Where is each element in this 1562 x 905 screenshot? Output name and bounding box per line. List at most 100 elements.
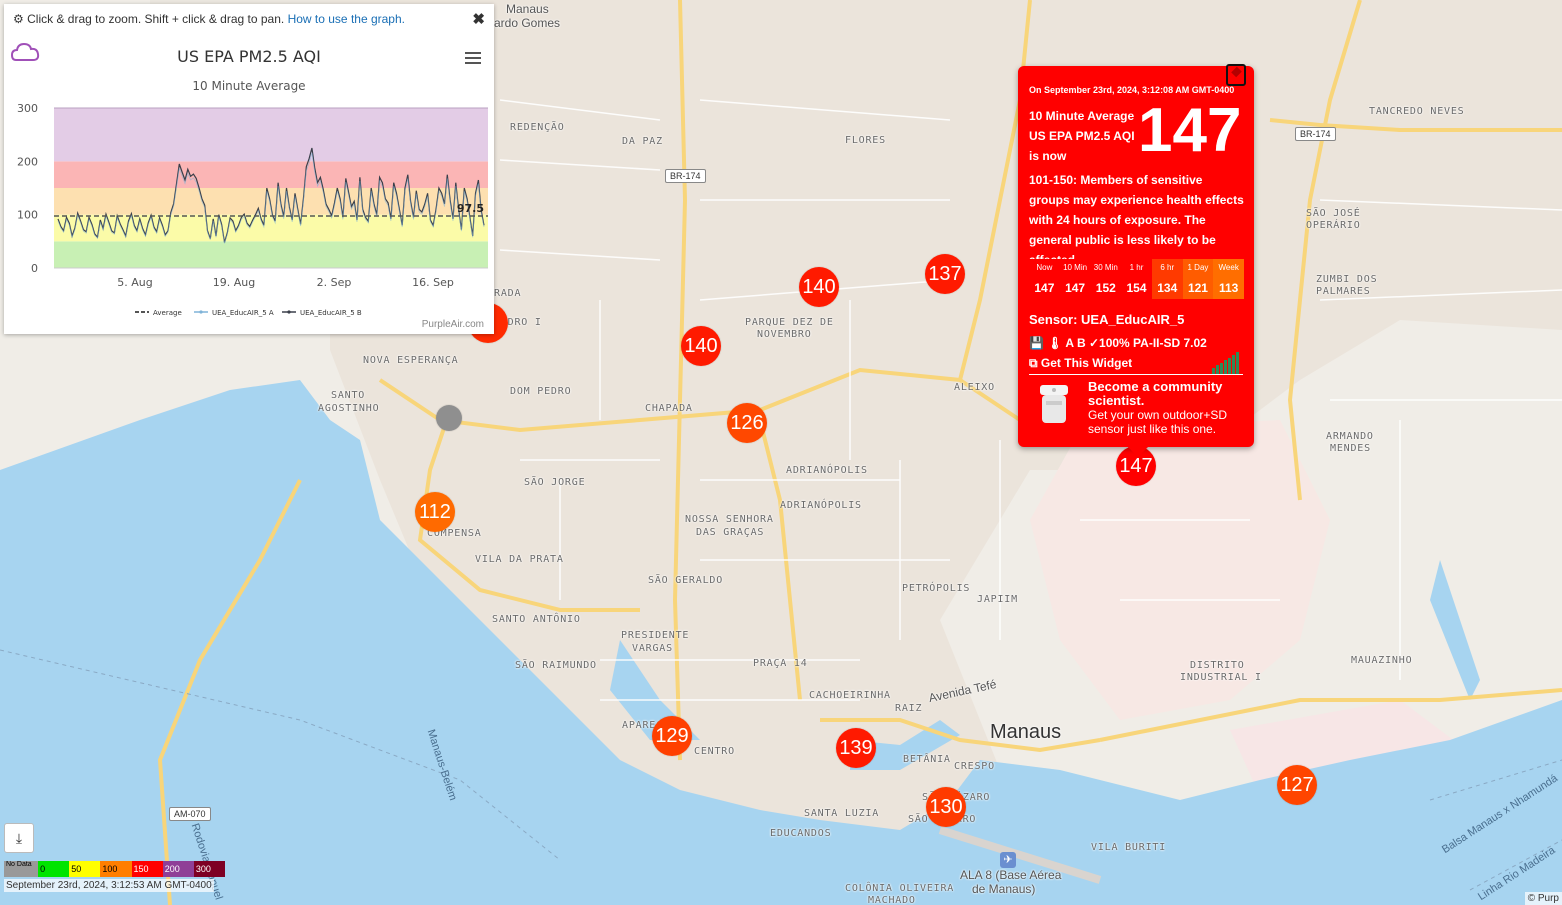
- history-label: 1 hr: [1129, 263, 1144, 272]
- sensor-marker[interactable]: 129: [652, 716, 692, 756]
- promo[interactable]: Become a community scientist. Get your o…: [1088, 380, 1248, 437]
- marker-value: 112: [419, 500, 451, 523]
- menu-icon[interactable]: [465, 52, 481, 64]
- place-label: BETÂNIA: [903, 754, 951, 765]
- place-label: PRESIDENTE: [621, 630, 690, 641]
- legend-item: 200: [162, 861, 194, 877]
- average-line-2: US EPA PM2.5 AQI: [1029, 129, 1135, 143]
- sensor-info-text: A B ✓100% PA-II-SD 7.02: [1065, 336, 1207, 350]
- sensor-marker[interactable]: 127: [1277, 765, 1317, 805]
- aqi-chart[interactable]: US EPA PM2.5 AQI 10 Minute Average 300 20…: [4, 32, 494, 332]
- history-value: 152: [1095, 281, 1116, 295]
- sensor-marker[interactable]: 139: [836, 728, 876, 768]
- sensor-info: 💾 🌡 A B ✓100% PA-II-SD 7.02: [1029, 336, 1207, 350]
- place-label: NOVA ESPERANÇA: [363, 355, 459, 366]
- legend-item: 50: [69, 861, 101, 877]
- x-tick-label: 5. Aug: [117, 276, 152, 289]
- history-value: 134: [1157, 281, 1178, 295]
- place-label: COLÔNIA OLIVEIRA: [845, 883, 955, 894]
- graph-help-link[interactable]: How to use the graph.: [288, 12, 405, 26]
- place-label: PALMARES: [1316, 286, 1371, 297]
- timestamp: September 23rd, 2024, 3:12:53 AM GMT-040…: [4, 879, 214, 892]
- place-label: FLORES: [845, 135, 886, 146]
- widget-link-text: Get This Widget: [1040, 356, 1133, 370]
- aqi-band: [54, 161, 488, 188]
- sensor-marker[interactable]: 140: [799, 267, 839, 307]
- place-label: PETRÓPOLIS: [902, 583, 971, 594]
- place-label: RAIZ: [895, 703, 923, 714]
- legend-marker: [199, 310, 203, 314]
- legend-item: 150: [131, 861, 163, 877]
- place-label: CENTRO: [694, 746, 735, 757]
- place-label: MAUAZINHO: [1351, 655, 1413, 666]
- close-icon[interactable]: [1226, 64, 1246, 86]
- marker-value: 140: [802, 275, 836, 298]
- place-label: DISTRITO: [1190, 660, 1245, 671]
- sensor-marker[interactable]: 126: [727, 403, 767, 443]
- marker-value: 140: [684, 334, 718, 357]
- history-value: 121: [1187, 281, 1208, 295]
- history-label: 6 hr: [1160, 263, 1175, 272]
- y-tick-label: 0: [31, 262, 38, 275]
- legend-marker: [287, 310, 291, 314]
- place-label: PARQUE DEZ DE: [745, 317, 834, 328]
- place-label: OPERÁRIO: [1306, 220, 1361, 231]
- marker-value: 130: [929, 795, 963, 818]
- airport-icon: ✈: [1000, 852, 1016, 868]
- x-tick-label: 16. Sep: [412, 276, 454, 289]
- marker-value: 126: [730, 411, 764, 434]
- road-shield: BR-174: [665, 169, 706, 183]
- sensor-marker[interactable]: 112: [415, 492, 455, 532]
- history-value: 147: [1034, 281, 1055, 295]
- place-label: ADRIANÓPOLIS: [780, 500, 862, 511]
- place-label: ALEIXO: [954, 382, 995, 393]
- map-attribution[interactable]: © Purp: [1524, 892, 1562, 905]
- signal-strength-icon: [1212, 352, 1239, 374]
- history-label: Week: [1218, 263, 1239, 272]
- history-value: 147: [1065, 281, 1086, 295]
- aqi-band: [54, 108, 488, 162]
- history-cell: 1 hr 154: [1121, 259, 1152, 299]
- copy-icon: ⧉: [1029, 356, 1038, 370]
- place-label: ZUMBI DOS: [1316, 274, 1378, 285]
- place-label: SANTO ANTÔNIO: [492, 614, 581, 625]
- place-label: NOSSA SENHORA: [685, 514, 774, 525]
- thermometer-icon: 🌡: [1047, 336, 1063, 350]
- place-label: VILA BURITI: [1091, 842, 1167, 853]
- history-label: 30 Min: [1093, 263, 1118, 272]
- download-icon[interactable]: ⤓: [4, 823, 34, 853]
- aqi-band: [54, 214, 488, 242]
- place-label: ALA 8 (Base Aérea: [960, 868, 1062, 882]
- place-label: AGOSTINHO: [318, 403, 380, 414]
- sensor-marker[interactable]: 140: [681, 326, 721, 366]
- legend-item: No Data: [4, 861, 39, 877]
- graph-credit[interactable]: PurpleAir.com: [422, 319, 484, 330]
- close-icon[interactable]: ✖: [472, 10, 485, 28]
- place-label: TANCREDO NEVES: [1369, 106, 1465, 117]
- place-label: CHAPADA: [645, 403, 693, 414]
- widget-link[interactable]: ⧉ Get This Widget: [1029, 356, 1132, 371]
- marker-value: 139: [839, 736, 873, 759]
- place-label: RADA: [494, 288, 522, 299]
- sensor-marker[interactable]: 137: [925, 254, 965, 294]
- gear-icon[interactable]: ⚙: [13, 12, 24, 26]
- place-label: SANTO: [331, 390, 366, 401]
- history-label: 10 Min: [1063, 263, 1088, 272]
- history-cell: 1 Day 121: [1182, 259, 1214, 299]
- history-cell: 30 Min 152: [1090, 259, 1122, 299]
- sensor-name[interactable]: Sensor: UEA_EducAIR_5: [1029, 312, 1184, 327]
- place-label: VILA DA PRATA: [475, 554, 564, 565]
- graph-panel: ⚙ Click & drag to zoom. Shift + click & …: [4, 4, 494, 334]
- save-icon[interactable]: 💾: [1029, 336, 1044, 350]
- place-label: ardo Gomes: [494, 16, 561, 30]
- graph-hint: ⚙ Click & drag to zoom. Shift + click & …: [4, 4, 494, 32]
- place-label: EDUCANDOS: [770, 828, 832, 839]
- place-label: REDENÇÃO: [510, 122, 565, 133]
- sensor-popup: On September 23rd, 2024, 3:12:08 AM GMT-…: [1018, 64, 1254, 457]
- place-label: SÃO RAIMUNDO: [515, 660, 597, 671]
- x-tick-label: 2. Sep: [317, 276, 352, 289]
- sensor-marker-offline[interactable]: [436, 405, 462, 431]
- sensor-device-icon[interactable]: [1032, 381, 1076, 427]
- aqi-band: [54, 241, 488, 268]
- sensor-marker[interactable]: 130: [926, 787, 966, 827]
